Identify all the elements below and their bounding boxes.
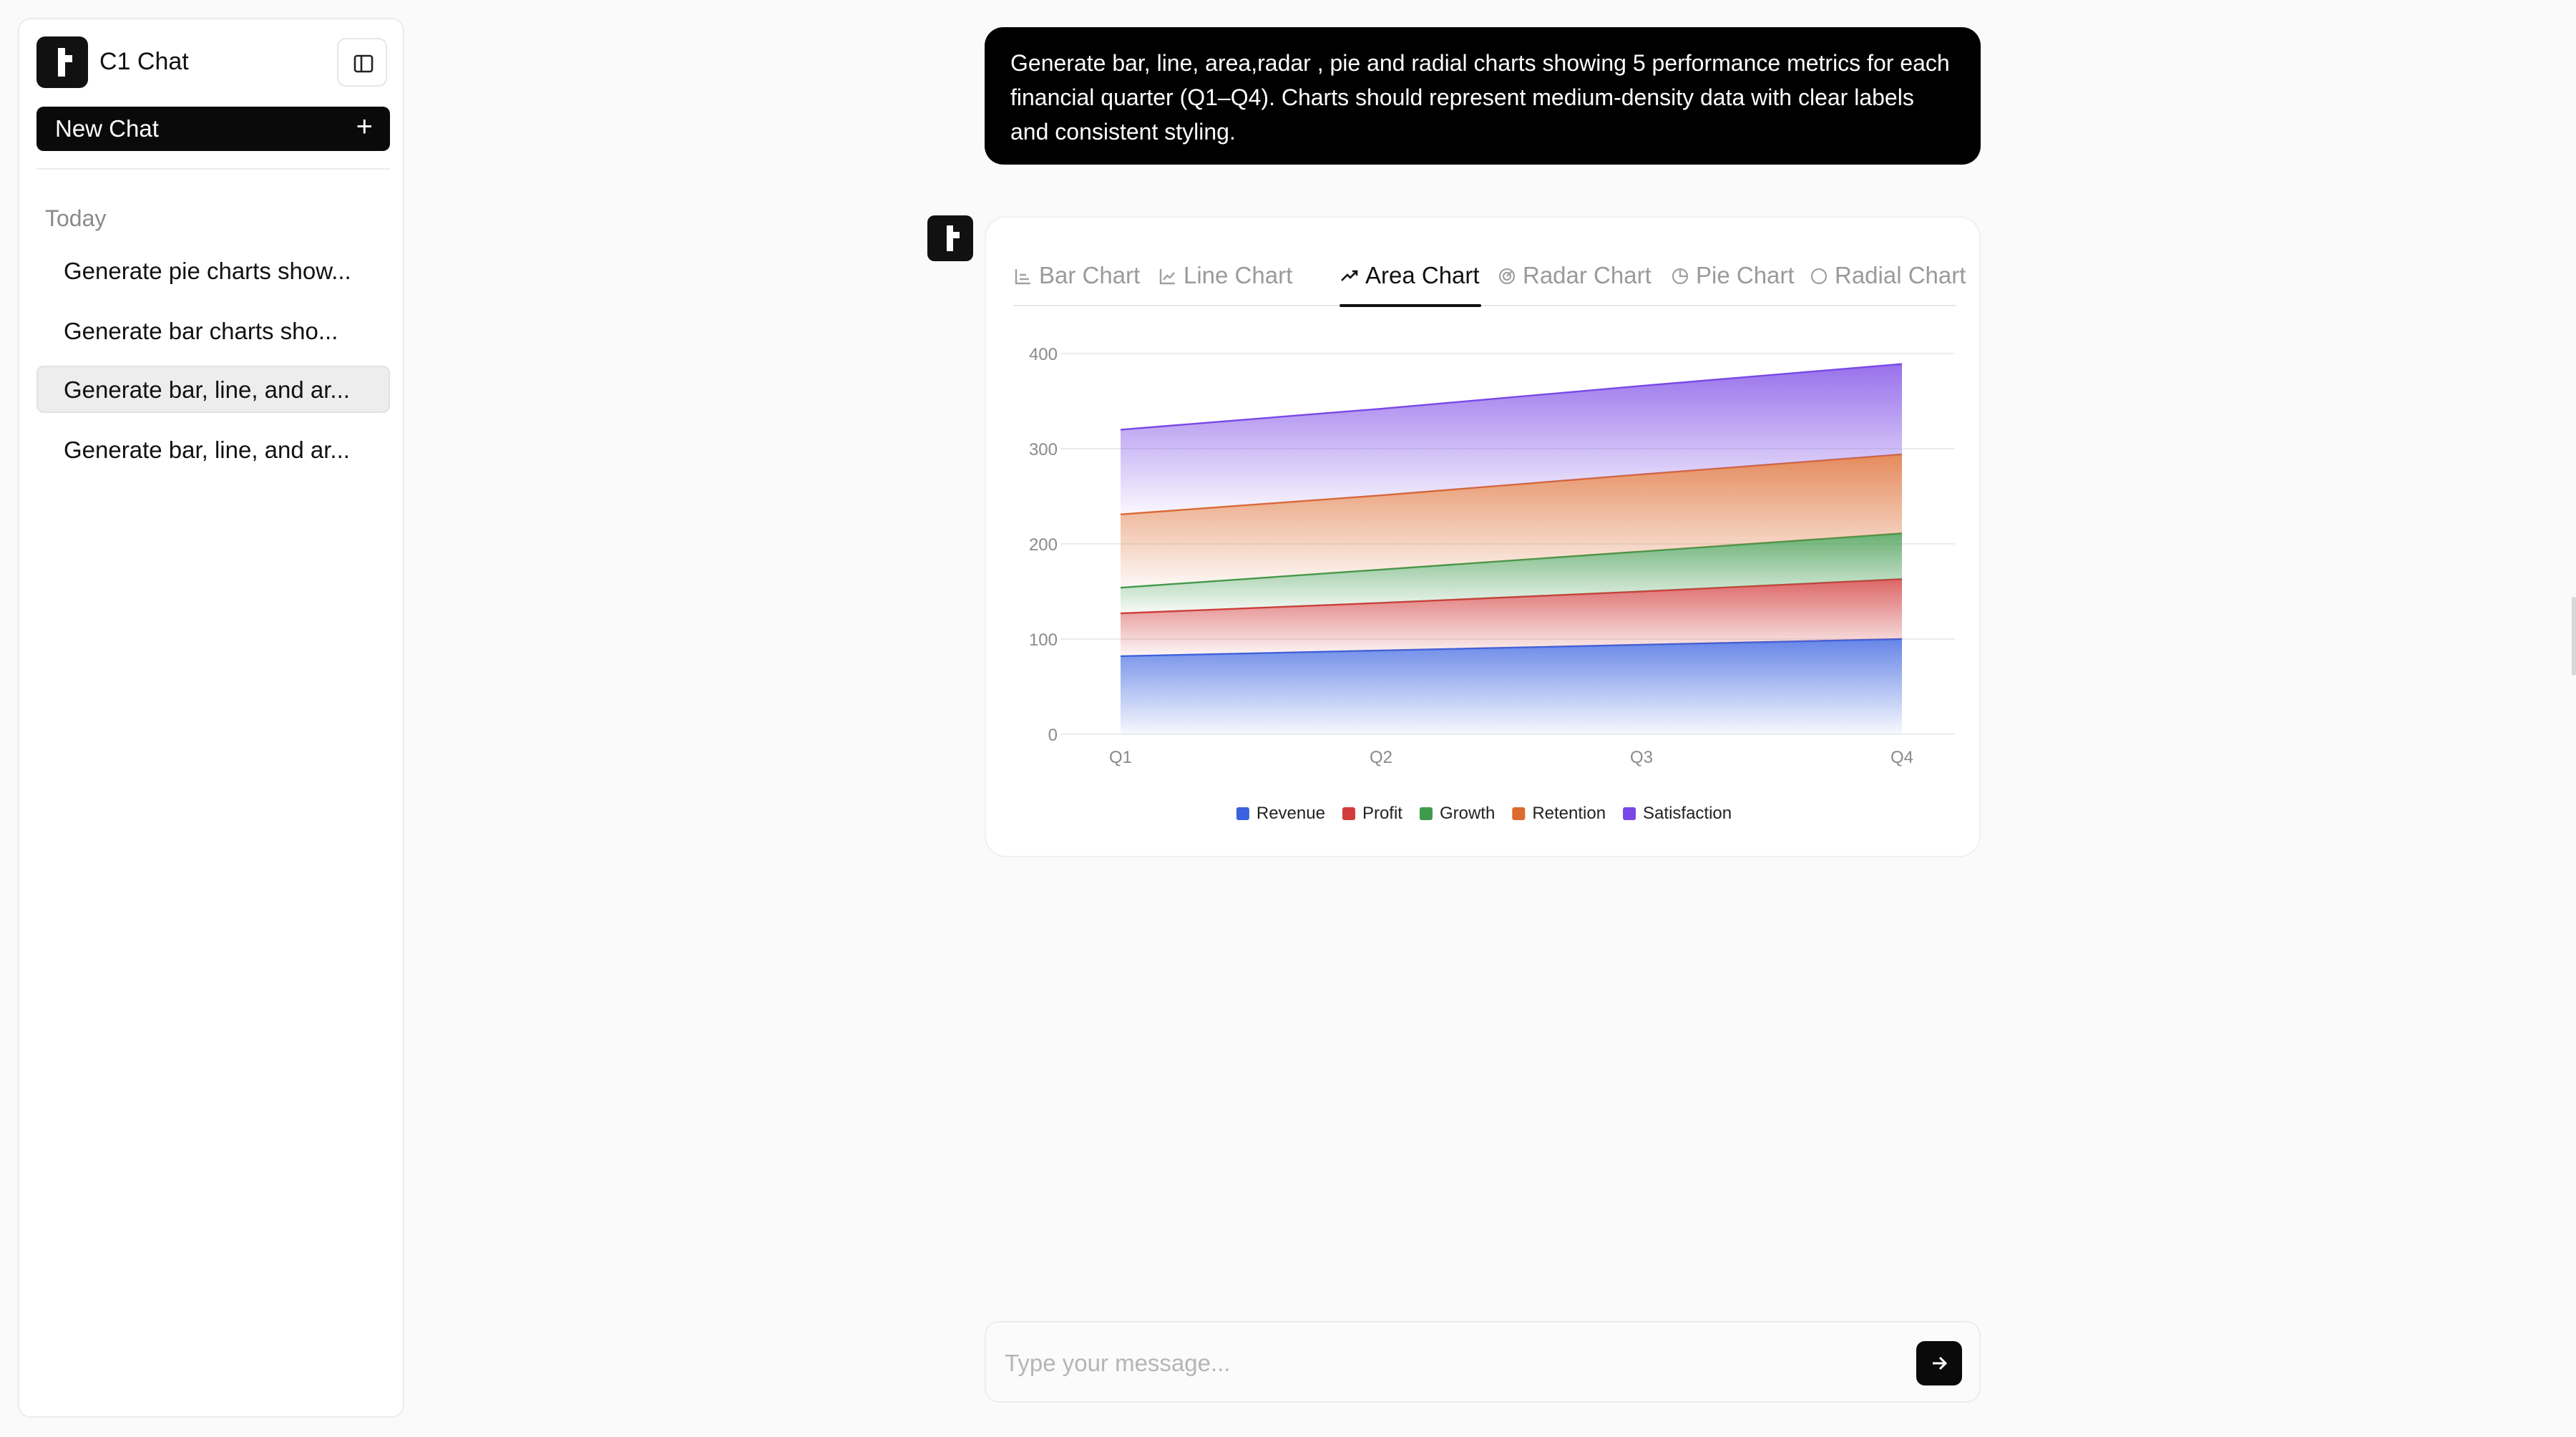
legend-swatch xyxy=(1623,807,1636,820)
chart-card: Bar Chart Line Chart Area Chart Radar Ch… xyxy=(985,216,1981,857)
scroll-edge[interactable] xyxy=(2572,597,2576,676)
x-tick-label: Q2 xyxy=(1370,748,1392,767)
chat-history-item[interactable]: Generate bar, line, and ar... xyxy=(36,426,390,473)
chat-history-item-active[interactable]: Generate bar, line, and ar... xyxy=(36,366,390,413)
chat-history-label: Generate bar, line, and ar... xyxy=(64,437,350,463)
y-tick-label: 0 xyxy=(1048,726,1058,745)
legend-label[interactable]: Revenue xyxy=(1257,804,1325,823)
logo-mark-icon xyxy=(58,48,72,77)
legend-label[interactable]: Retention xyxy=(1532,804,1606,823)
legend-swatch xyxy=(1512,807,1526,820)
y-tick-label: 300 xyxy=(1029,440,1058,459)
legend-label[interactable]: Profit xyxy=(1362,804,1402,823)
app-title: C1 Chat xyxy=(99,48,189,75)
legend-label[interactable]: Growth xyxy=(1440,804,1495,823)
y-tick-label: 400 xyxy=(1029,345,1058,364)
chat-history-label: Generate bar, line, and ar... xyxy=(64,376,350,403)
x-tick-label: Q3 xyxy=(1630,748,1653,767)
collapse-sidebar-button[interactable] xyxy=(337,38,387,87)
y-tick-label: 200 xyxy=(1029,535,1058,555)
assistant-avatar xyxy=(927,215,973,261)
message-input[interactable] xyxy=(1003,1343,1865,1384)
chat-history-item[interactable]: Generate bar charts sho... xyxy=(36,307,390,354)
app-logo xyxy=(36,36,88,88)
legend-label[interactable]: Satisfaction xyxy=(1643,804,1732,823)
sidebar-divider xyxy=(36,168,390,170)
send-button[interactable] xyxy=(1916,1341,1962,1385)
chat-history-item[interactable]: Generate pie charts show... xyxy=(36,247,390,294)
plus-icon: + xyxy=(356,111,373,142)
x-tick-label: Q4 xyxy=(1890,748,1913,767)
user-prompt-bubble: Generate bar, line, area,radar , pie and… xyxy=(985,27,1981,165)
logo-mark-icon xyxy=(947,225,960,251)
legend-swatch xyxy=(1419,807,1433,820)
chart-areas xyxy=(1120,363,1903,734)
sidebar-toggle-icon xyxy=(353,54,374,73)
message-composer xyxy=(985,1321,1981,1403)
legend-swatch xyxy=(1342,807,1355,820)
chat-history-label: Generate bar charts sho... xyxy=(64,318,338,344)
sidebar: C1 Chat New Chat + Today Generate pie ch… xyxy=(18,18,404,1418)
legend-swatch xyxy=(1236,807,1249,820)
arrow-right-icon xyxy=(1933,1356,1948,1370)
x-tick-label: Q1 xyxy=(1109,748,1132,767)
y-tick-label: 100 xyxy=(1029,630,1058,650)
section-label-today: Today xyxy=(45,205,107,231)
new-chat-button[interactable]: New Chat + xyxy=(36,107,390,151)
chart-legend: Revenue Profit Growth Retention Satisfaction xyxy=(1236,804,1732,823)
area-chart: 0 100 200 300 400 Q1 Q2 Q3 Q4 Revenue Profit Growt… xyxy=(1029,345,1955,823)
new-chat-label: New Chat xyxy=(55,115,159,142)
chat-history-label: Generate pie charts show... xyxy=(64,258,351,284)
